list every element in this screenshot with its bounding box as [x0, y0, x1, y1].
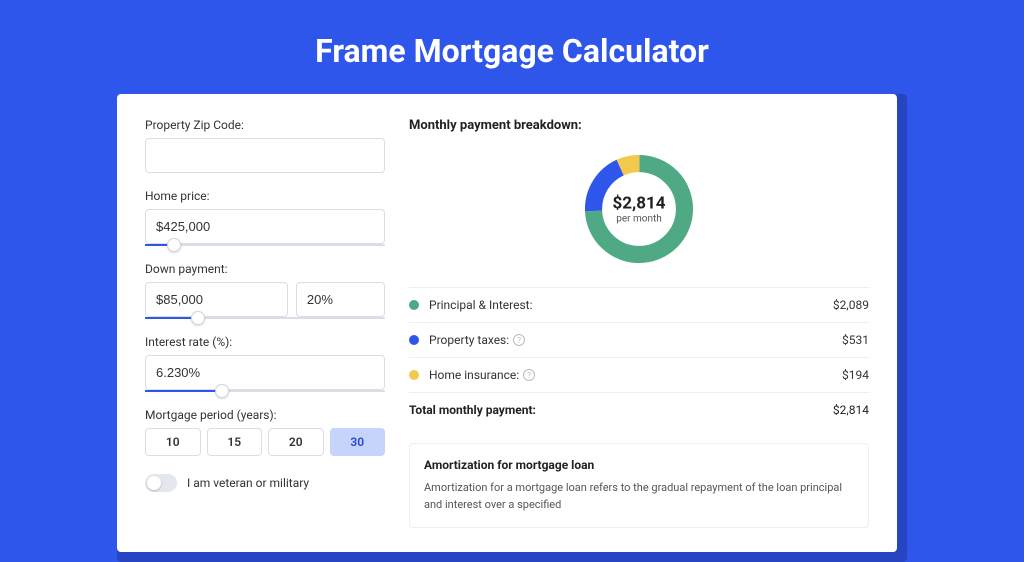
calculator-card: Property Zip Code: Home price: Down paym… [117, 94, 897, 552]
total-value: $2,814 [833, 403, 869, 417]
interest-rate-input[interactable] [145, 355, 385, 390]
dot-icon [409, 370, 419, 380]
home-price-label: Home price: [145, 189, 385, 203]
down-payment-label: Down payment: [145, 262, 385, 276]
interest-rate-slider[interactable] [145, 390, 385, 392]
amortization-text: Amortization for a mortgage loan refers … [424, 480, 854, 513]
line-label-text: Home insurance: [429, 368, 519, 382]
interest-rate-label: Interest rate (%): [145, 335, 385, 349]
form-column: Property Zip Code: Home price: Down paym… [145, 118, 385, 528]
line-item-principal: Principal & Interest: $2,089 [409, 287, 869, 322]
interest-rate-field: Interest rate (%): [145, 335, 385, 392]
period-option-20[interactable]: 20 [268, 428, 324, 456]
slider-thumb[interactable] [215, 384, 229, 398]
page-title: Frame Mortgage Calculator [0, 0, 1024, 94]
dot-icon [409, 300, 419, 310]
line-value: $194 [842, 368, 869, 382]
help-icon[interactable]: ? [513, 334, 525, 346]
donut-amount: $2,814 [613, 194, 666, 214]
down-payment-slider[interactable] [145, 317, 385, 319]
veteran-toggle[interactable] [145, 474, 177, 492]
donut-chart: $2,814 per month [579, 149, 699, 269]
line-label-text: Property taxes: [429, 333, 509, 347]
period-buttons: 10 15 20 30 [145, 428, 385, 456]
line-label: Principal & Interest: [429, 298, 833, 312]
home-price-slider[interactable] [145, 244, 385, 246]
home-price-field: Home price: [145, 189, 385, 246]
amortization-box: Amortization for mortgage loan Amortizat… [409, 443, 869, 528]
help-icon[interactable]: ? [523, 369, 535, 381]
veteran-toggle-label: I am veteran or military [187, 476, 309, 490]
home-price-input[interactable] [145, 209, 385, 244]
line-label: Property taxes: ? [429, 333, 842, 347]
veteran-toggle-row: I am veteran or military [145, 474, 385, 492]
down-payment-field: Down payment: [145, 262, 385, 319]
period-option-15[interactable]: 15 [207, 428, 263, 456]
donut-sub: per month [613, 214, 666, 225]
slider-thumb[interactable] [191, 311, 205, 325]
zip-field: Property Zip Code: [145, 118, 385, 173]
line-label: Home insurance: ? [429, 368, 842, 382]
card-shadow: Property Zip Code: Home price: Down paym… [117, 94, 907, 562]
amortization-title: Amortization for mortgage loan [424, 458, 854, 472]
down-payment-percent-input[interactable] [296, 282, 385, 317]
period-option-30[interactable]: 30 [330, 428, 386, 456]
line-item-taxes: Property taxes: ? $531 [409, 322, 869, 357]
total-label: Total monthly payment: [409, 403, 833, 417]
period-option-10[interactable]: 10 [145, 428, 201, 456]
breakdown-title: Monthly payment breakdown: [409, 118, 869, 133]
total-row: Total monthly payment: $2,814 [409, 392, 869, 427]
zip-label: Property Zip Code: [145, 118, 385, 132]
period-label: Mortgage period (years): [145, 408, 385, 422]
zip-input[interactable] [145, 138, 385, 173]
down-payment-amount-input[interactable] [145, 282, 288, 317]
line-item-insurance: Home insurance: ? $194 [409, 357, 869, 392]
breakdown-column: Monthly payment breakdown: $2,814 per mo… [409, 118, 869, 528]
line-value: $2,089 [833, 298, 869, 312]
line-value: $531 [842, 333, 869, 347]
donut-chart-wrap: $2,814 per month [409, 143, 869, 287]
toggle-knob [147, 476, 161, 490]
donut-center: $2,814 per month [613, 194, 666, 225]
period-field: Mortgage period (years): 10 15 20 30 [145, 408, 385, 456]
slider-thumb[interactable] [167, 238, 181, 252]
dot-icon [409, 335, 419, 345]
